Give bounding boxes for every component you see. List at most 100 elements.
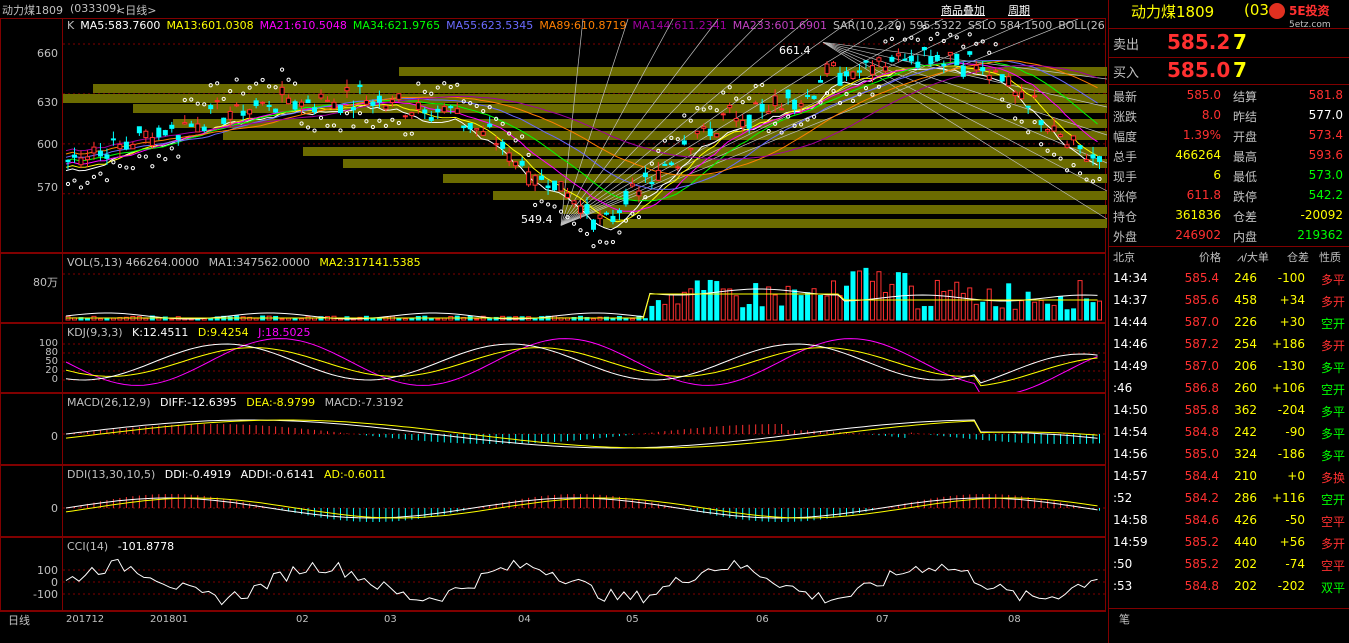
tick-oi: -100 [1277, 271, 1305, 285]
sar-dot [429, 91, 434, 96]
sar-dot [915, 37, 920, 42]
candle-body [240, 110, 246, 116]
period-label[interactable]: <日线> [116, 2, 156, 18]
tick-oi: +0 [1287, 469, 1305, 483]
sar-dot [279, 67, 285, 72]
overlay-button[interactable]: 商品叠加 [941, 2, 985, 18]
tick-row: 14:57 584.4 210 +0 多换 [1109, 466, 1349, 488]
candle-body [655, 169, 661, 181]
tick-price: 585.4 [1184, 271, 1219, 285]
candle-body [863, 60, 869, 63]
sar-dot [176, 154, 181, 159]
candle-body [500, 141, 506, 149]
tick-header-vol: ⩘/大单 [1237, 251, 1269, 264]
tick-nature: 多开 [1320, 537, 1345, 551]
price-tick: 570 [37, 181, 58, 194]
tick-nature: 多平 [1320, 361, 1345, 375]
candle-body [201, 126, 207, 132]
low-mark: 549.4 [521, 213, 553, 226]
tick-vol: 324 [1234, 447, 1257, 461]
cci-line [65, 558, 1098, 606]
ddi-panel[interactable]: 0 DDI(13,30,10,5) DDI:-0.4919 ADDI:-0.61… [0, 465, 1107, 537]
tick-vol: 210 [1234, 469, 1257, 483]
tick-nature: 多开 [1320, 339, 1345, 353]
stat-value: 8.0 [1201, 108, 1221, 122]
candle-body [714, 133, 720, 138]
sell-label: 卖出 [1113, 38, 1140, 53]
candle-body [973, 65, 979, 71]
tick-nature: 空开 [1320, 383, 1345, 397]
candle-body [636, 190, 642, 197]
volume-panel[interactable]: 80万 VOL(5,13) 466264.0000 MA1:347562.000… [0, 253, 1107, 323]
volume-bar [474, 318, 480, 321]
stat-label: 涨停 [1113, 190, 1138, 204]
volume-bar [1032, 301, 1038, 321]
candle-body [97, 150, 103, 157]
sar-dot [883, 39, 888, 44]
cycle-button[interactable]: 周期 [1008, 2, 1030, 18]
sar-dot [286, 77, 291, 82]
candle-body [370, 101, 376, 106]
candle-body [84, 156, 90, 161]
stat-value: 593.6 [1308, 148, 1343, 162]
stat-label: 外盘 [1113, 230, 1138, 244]
tick-row: :50 585.2 202 -74 空平 [1109, 554, 1349, 576]
volume-bar [1045, 303, 1051, 321]
candle-body [1084, 158, 1090, 162]
sar-dot [604, 240, 609, 245]
chart-area[interactable]: 660 630 600 570 K MA5:583.7600 MA13:601.03… [0, 18, 1108, 643]
candle-body [727, 105, 733, 109]
tick-oi: -186 [1277, 447, 1305, 461]
candle-body [694, 130, 700, 135]
ddi-axis: 0 [1, 466, 63, 536]
tick-header-oi: 仓差 [1287, 251, 1309, 264]
price-panel[interactable]: 660 630 600 570 K MA5:583.7600 MA13:601.03… [0, 18, 1107, 253]
volume-bar [629, 318, 635, 321]
tick-oi: +34 [1279, 293, 1305, 307]
kdj-line [65, 338, 1098, 392]
volume-bar [759, 306, 765, 321]
volume-bar [837, 295, 843, 321]
candle-body [65, 159, 71, 163]
candle-body [169, 124, 175, 129]
sar-dot [889, 36, 895, 41]
candle-body [435, 108, 441, 113]
stat-label: 涨跌 [1113, 110, 1138, 124]
volume-bar [1084, 298, 1090, 321]
volume-bar [921, 306, 927, 321]
tick-oi: -74 [1285, 557, 1305, 571]
volume-bar [766, 286, 772, 321]
candle-body [960, 65, 966, 77]
candle-body [260, 101, 266, 104]
sar-dot [558, 209, 564, 214]
cci-panel[interactable]: 100 0 -100 CCI(14) -101.8778 [0, 537, 1107, 611]
stat-label: 现手 [1113, 170, 1138, 184]
sar-dot [78, 185, 84, 190]
tick-time: 14:49 [1113, 359, 1148, 373]
candle-body [610, 215, 616, 222]
candle-body [902, 58, 908, 61]
volume-bar [435, 318, 441, 321]
period-tab[interactable]: 日线 [8, 612, 30, 628]
tick-time: 14:58 [1113, 513, 1148, 527]
kdj-panel[interactable]: 100 80 50 20 0 KDJ(9,3,3) K:12.4511 D:9.… [0, 323, 1107, 393]
candle-body [526, 171, 532, 186]
tick-header: 北京 价格 ⩘/大单 仓差 性质 [1109, 246, 1349, 268]
sar-dot [124, 165, 129, 170]
candle-body [1051, 125, 1057, 132]
sar-dot [824, 91, 830, 96]
sar-dot [617, 230, 622, 235]
macd-axis: 0 [1, 394, 63, 464]
macd-panel[interactable]: 0 MACD(26,12,9) DIFF:-12.6395 DEA:-8.979… [0, 393, 1107, 465]
sar-dot [948, 32, 953, 37]
tick-price: 585.2 [1184, 535, 1219, 549]
tick-tab[interactable]: 笔 [1119, 611, 1130, 627]
x-tick-label: 03 [384, 614, 397, 625]
candle-body [623, 190, 629, 205]
volume-bar [402, 318, 408, 321]
candlestick-chart[interactable] [63, 19, 1107, 252]
candle-body [986, 74, 992, 81]
volume-bar [947, 289, 953, 321]
candle-body [182, 122, 188, 125]
tick-time: 14:50 [1113, 403, 1148, 417]
